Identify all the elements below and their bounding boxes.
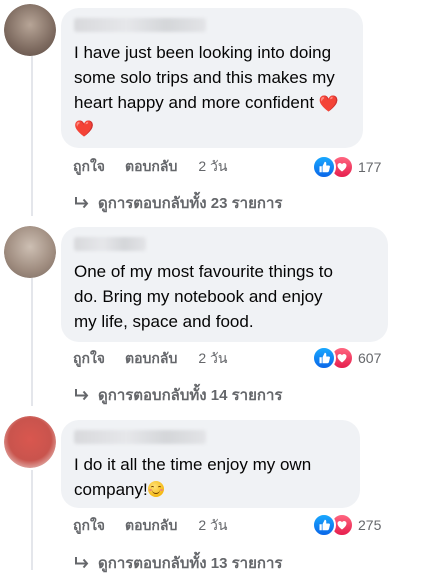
like-button[interactable]: ถูกใจ [73, 156, 105, 178]
comment-text: I have just been looking into doing some… [74, 43, 339, 138]
comment-text: I do it all the time enjoy my own compan… [74, 455, 312, 499]
comment-actions: ถูกใจ ตอบกลับ 2 วัน [73, 350, 227, 368]
reply-arrow-icon [75, 389, 89, 401]
view-replies-link[interactable]: ดูการตอบกลับทั้ง 13 รายการ [74, 553, 282, 573]
like-reaction-icon [312, 513, 336, 537]
thread-line [31, 278, 33, 406]
reaction-summary[interactable]: 275 [312, 513, 382, 537]
heart-emoji-icon: ❤️ [74, 121, 94, 138]
timestamp[interactable]: 2 วัน [198, 348, 227, 370]
avatar[interactable] [4, 416, 56, 468]
avatar[interactable] [4, 226, 56, 278]
reply-arrow-icon [75, 557, 89, 569]
reaction-count: 275 [358, 517, 382, 533]
timestamp[interactable]: 2 วัน [198, 156, 227, 178]
reply-button[interactable]: ตอบกลับ [125, 515, 177, 537]
comment-actions: ถูกใจ ตอบกลับ 2 วัน [73, 517, 227, 535]
author-name[interactable] [74, 18, 206, 32]
reaction-summary[interactable]: 177 [312, 155, 382, 179]
view-replies-label: ดูการตอบกลับทั้ง 23 รายการ [98, 195, 283, 212]
like-reaction-icon [312, 346, 336, 370]
comment-text: One of my most favourite things to do. B… [74, 262, 333, 331]
author-name[interactable] [74, 237, 146, 251]
like-button[interactable]: ถูกใจ [73, 348, 105, 370]
avatar[interactable] [4, 4, 56, 56]
heart-emoji-icon: ❤️ [318, 96, 339, 113]
author-name[interactable] [74, 430, 206, 444]
comment-bubble: I do it all the time enjoy my own compan… [61, 420, 360, 508]
reaction-count: 177 [358, 159, 382, 175]
timestamp[interactable]: 2 วัน [198, 515, 227, 537]
view-replies-label: ดูการตอบกลับทั้ง 13 รายการ [98, 555, 283, 572]
view-replies-link[interactable]: ดูการตอบกลับทั้ง 14 รายการ [74, 385, 282, 405]
smiling-face-emoji-icon [147, 481, 164, 497]
reaction-summary[interactable]: 607 [312, 346, 382, 370]
comment-bubble: One of my most favourite things to do. B… [61, 227, 388, 342]
reaction-count: 607 [358, 350, 382, 366]
view-replies-link[interactable]: ดูการตอบกลับทั้ง 23 รายการ [74, 193, 282, 213]
reply-button[interactable]: ตอบกลับ [125, 156, 177, 178]
like-reaction-icon [312, 155, 336, 179]
reply-arrow-icon [75, 197, 89, 209]
reply-button[interactable]: ตอบกลับ [125, 348, 177, 370]
view-replies-label: ดูการตอบกลับทั้ง 14 รายการ [98, 387, 283, 404]
thread-line [31, 56, 33, 216]
thread-line [31, 470, 33, 570]
comment-actions: ถูกใจ ตอบกลับ 2 วัน [73, 158, 227, 176]
comment-bubble: I have just been looking into doing some… [61, 8, 363, 148]
like-button[interactable]: ถูกใจ [73, 515, 105, 537]
